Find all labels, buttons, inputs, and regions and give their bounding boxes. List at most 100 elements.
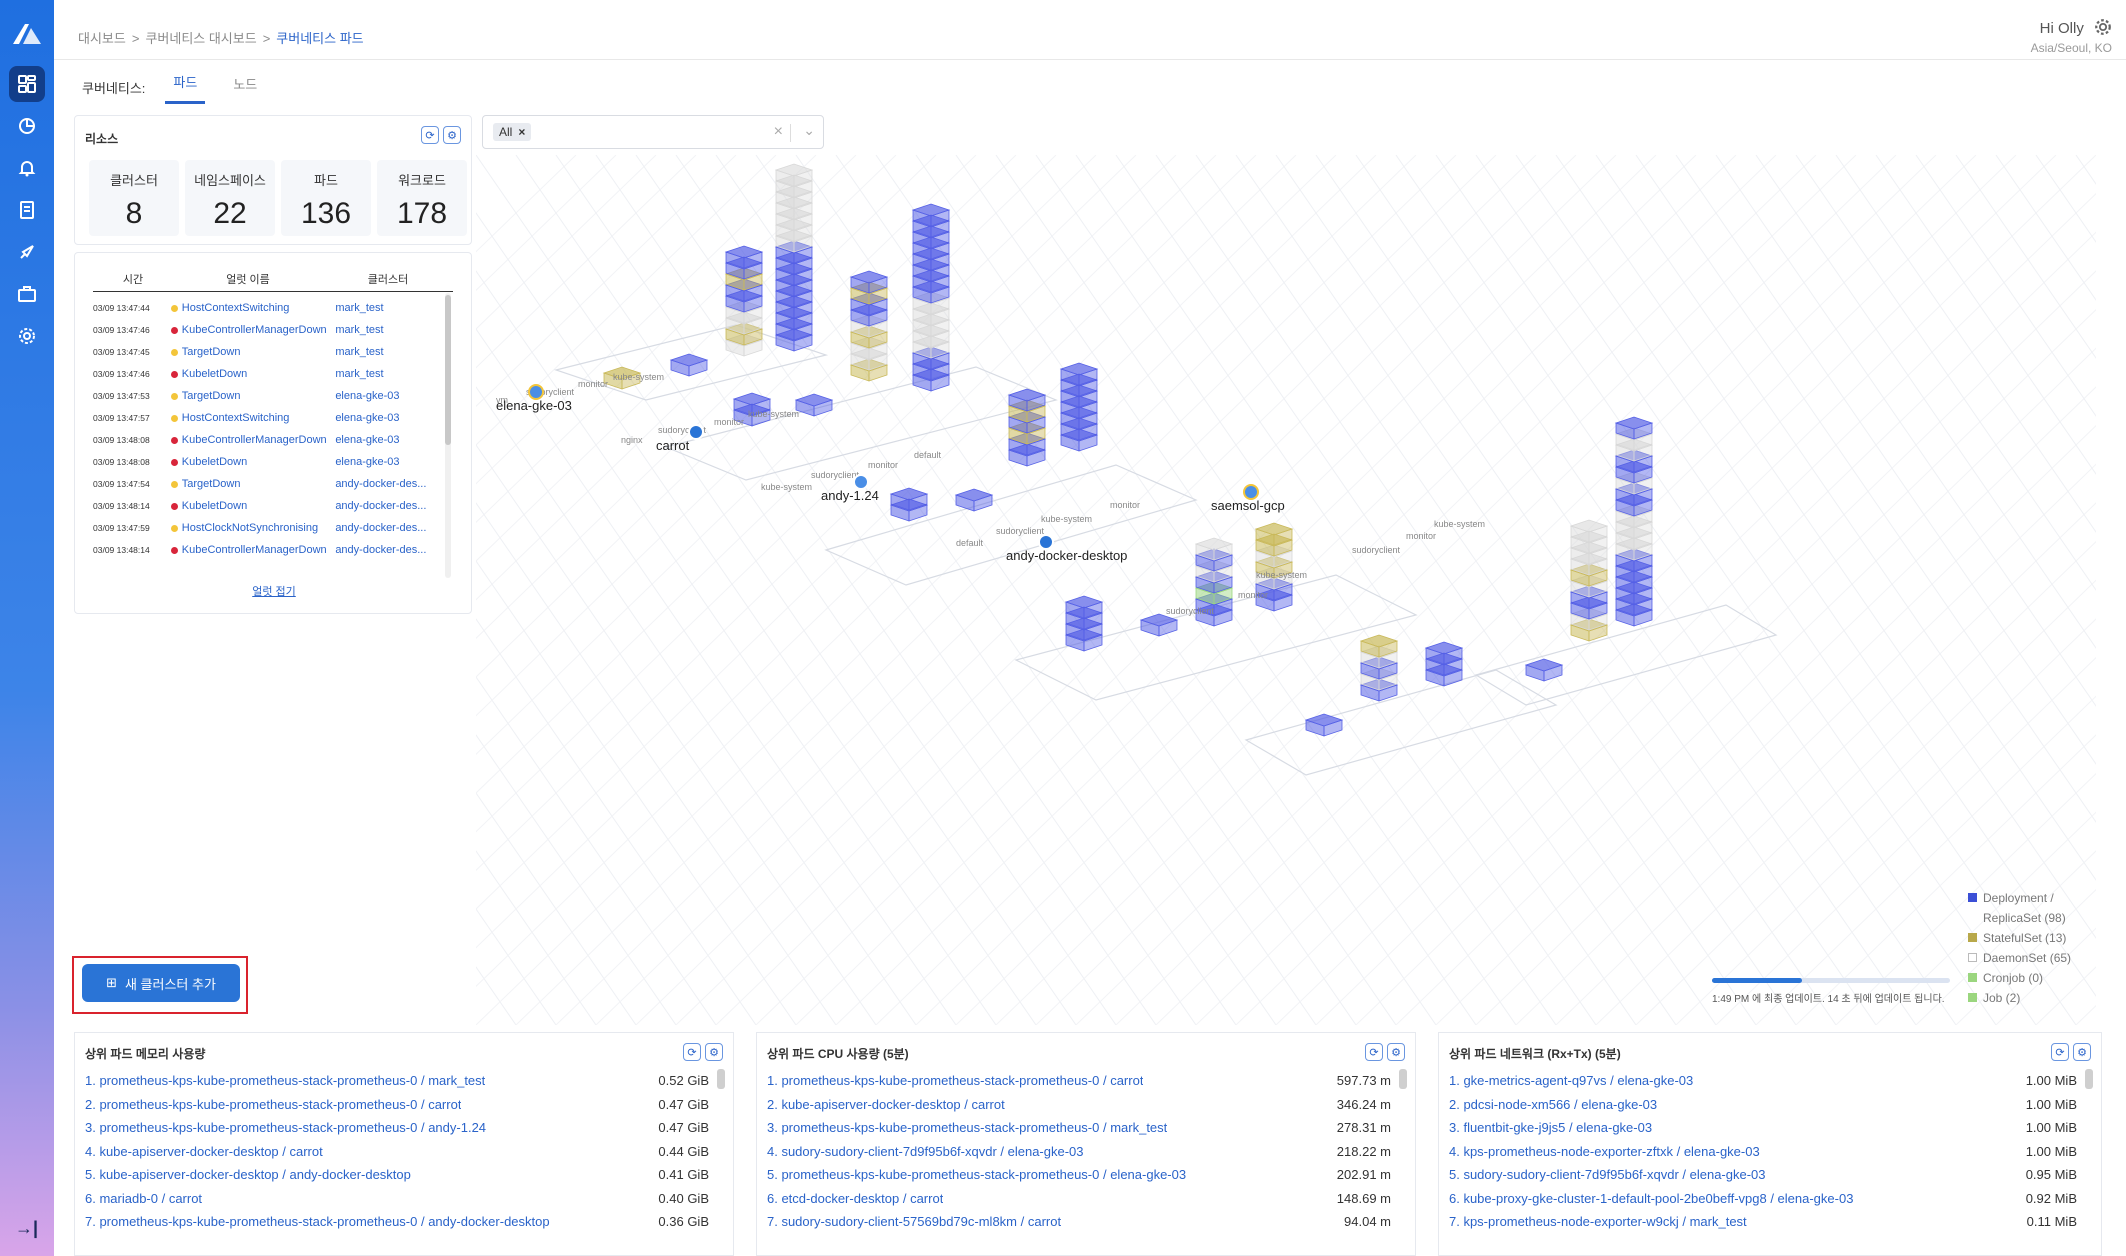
alert-cluster[interactable]: elena-gke-03 bbox=[335, 434, 445, 446]
cluster-map[interactable]: mark_testvmsudoryclientmonitorkube-syste… bbox=[0, 154, 2126, 1026]
chip-remove-icon[interactable]: × bbox=[518, 125, 525, 139]
alert-cluster[interactable]: elena-gke-03 bbox=[335, 456, 445, 468]
alert-cluster[interactable]: mark_test bbox=[335, 346, 445, 358]
refresh-icon[interactable]: ⟳ bbox=[421, 126, 439, 144]
pod-link[interactable]: 6. mariadb-0 / carrot bbox=[85, 1191, 202, 1206]
scrollbar[interactable] bbox=[717, 1069, 725, 1089]
alert-name[interactable]: KubeControllerManagerDown bbox=[182, 324, 336, 336]
alert-name[interactable]: TargetDown bbox=[182, 478, 336, 490]
alert-name[interactable]: KubeletDown bbox=[182, 368, 336, 380]
sidebar-item-dashboard[interactable] bbox=[9, 66, 45, 102]
scrollbar[interactable] bbox=[2085, 1069, 2093, 1089]
alert-row[interactable]: 03/09 13:48:14 KubeControllerManagerDown a… bbox=[93, 539, 445, 561]
cluster-filter[interactable]: All × × ⌄ bbox=[482, 115, 824, 149]
app-logo-icon[interactable] bbox=[11, 22, 43, 46]
alert-row[interactable]: 03/09 13:48:08 KubeControllerManagerDown e… bbox=[93, 429, 445, 451]
alert-row[interactable]: 03/09 13:48:14 KubeletDown andy-docker-des… bbox=[93, 495, 445, 517]
alert-name[interactable]: TargetDown bbox=[182, 390, 336, 402]
user-greeting[interactable]: Hi Olly bbox=[2040, 20, 2084, 37]
clear-icon[interactable]: × bbox=[774, 123, 783, 141]
settings-gear-icon[interactable] bbox=[2094, 18, 2112, 36]
alert-name[interactable]: KubeControllerManagerDown bbox=[182, 544, 336, 556]
cluster-label: elena-gke-03 bbox=[496, 398, 572, 413]
alert-row[interactable]: 03/09 13:47:54 TargetDown andy-docker-des.… bbox=[93, 473, 445, 495]
alert-cluster[interactable]: mark_test bbox=[335, 368, 445, 380]
alert-cluster[interactable]: mark_test bbox=[335, 324, 445, 336]
settings-icon[interactable]: ⚙ bbox=[705, 1043, 723, 1061]
alert-name[interactable]: HostClockNotSynchronising bbox=[182, 522, 336, 534]
alert-row[interactable]: 03/09 13:47:46 KubeControllerManagerDown m… bbox=[93, 319, 445, 341]
scrollbar[interactable] bbox=[1399, 1069, 1407, 1089]
column-header[interactable]: 시간 bbox=[93, 271, 173, 287]
pod-link[interactable]: 3. prometheus-kps-kube-prometheus-stack-… bbox=[85, 1120, 486, 1135]
pod-link[interactable]: 4. kube-apiserver-docker-desktop / carro… bbox=[85, 1144, 323, 1159]
alert-name[interactable]: KubeControllerManagerDown bbox=[182, 434, 336, 446]
pod-link[interactable]: 1. gke-metrics-agent-q97vs / elena-gke-0… bbox=[1449, 1073, 1693, 1088]
pod-link[interactable]: 7. sudory-sudory-client-57569bd79c-ml8km… bbox=[767, 1214, 1061, 1229]
alert-row[interactable]: 03/09 13:47:45 TargetDown mark_test bbox=[93, 341, 445, 363]
alert-name[interactable]: HostContextSwitching bbox=[182, 302, 336, 314]
tab-nodes[interactable]: 노드 bbox=[225, 72, 265, 103]
pod-link[interactable]: 5. sudory-sudory-client-7d9f95b6f-xqvdr … bbox=[1449, 1167, 1766, 1182]
alert-name[interactable]: HostContextSwitching bbox=[182, 412, 336, 424]
sidebar-item-analytics[interactable] bbox=[9, 108, 45, 144]
alert-row[interactable]: 03/09 13:47:57 HostContextSwitching elena-… bbox=[93, 407, 445, 429]
pod-value: 1.00 MiB bbox=[2025, 1096, 2077, 1112]
pod-value: 597.73 m bbox=[1336, 1073, 1391, 1089]
pod-link[interactable]: 1. prometheus-kps-kube-prometheus-stack-… bbox=[85, 1073, 485, 1088]
settings-icon[interactable]: ⚙ bbox=[443, 126, 461, 144]
update-status: 1:49 PM 에 최종 업데이트. 14 초 뒤에 업데이트 됩니다. bbox=[1712, 994, 1945, 1005]
alert-cluster[interactable]: mark_test bbox=[335, 302, 445, 314]
sidebar-item-workspace[interactable] bbox=[9, 276, 45, 312]
pod-link[interactable]: 5. kube-apiserver-docker-desktop / andy-… bbox=[85, 1167, 411, 1182]
breadcrumb-item[interactable]: 쿠버네티스 대시보드 bbox=[145, 31, 256, 46]
collapse-alerts-link[interactable]: 얼럿 접기 bbox=[75, 583, 473, 599]
settings-icon[interactable]: ⚙ bbox=[1387, 1043, 1405, 1061]
alert-row[interactable]: 03/09 13:47:53 TargetDown elena-gke-03 bbox=[93, 385, 445, 407]
sidebar-item-integrations[interactable] bbox=[9, 234, 45, 270]
alert-cluster[interactable]: elena-gke-03 bbox=[335, 390, 445, 402]
settings-icon[interactable]: ⚙ bbox=[2073, 1043, 2091, 1061]
pod-link[interactable]: 3. fluentbit-gke-j9js5 / elena-gke-03 bbox=[1449, 1120, 1652, 1135]
alert-name[interactable]: KubeletDown bbox=[182, 456, 336, 468]
add-cluster-button[interactable]: ⊞ 새 클러스터 추가 bbox=[82, 964, 240, 1002]
pod-link[interactable]: 6. kube-proxy-gke-cluster-1-default-pool… bbox=[1449, 1191, 1853, 1206]
pod-link[interactable]: 4. sudory-sudory-client-7d9f95b6f-xqvdr … bbox=[767, 1144, 1084, 1159]
sidebar-item-alerts[interactable] bbox=[9, 150, 45, 186]
refresh-icon[interactable]: ⟳ bbox=[2051, 1043, 2069, 1061]
refresh-icon[interactable]: ⟳ bbox=[683, 1043, 701, 1061]
column-header[interactable]: 얼럿 이름 bbox=[173, 271, 323, 287]
alert-cluster[interactable]: andy-docker-des... bbox=[335, 500, 445, 512]
pod-link[interactable]: 2. pdcsi-node-xm566 / elena-gke-03 bbox=[1449, 1097, 1657, 1112]
cluster-3d-view[interactable]: mark_testvmsudoryclientmonitorkube-syste… bbox=[0, 154, 2126, 1026]
alert-cluster[interactable]: andy-docker-des... bbox=[335, 522, 445, 534]
pod-link[interactable]: 5. prometheus-kps-kube-prometheus-stack-… bbox=[767, 1167, 1186, 1182]
pod-link[interactable]: 7. kps-prometheus-node-exporter-w9ckj / … bbox=[1449, 1214, 1747, 1229]
alert-cluster[interactable]: andy-docker-des... bbox=[335, 478, 445, 490]
column-header[interactable]: 클러스터 bbox=[323, 271, 453, 287]
chevron-down-icon[interactable]: ⌄ bbox=[803, 122, 815, 139]
pod-link[interactable]: 3. prometheus-kps-kube-prometheus-stack-… bbox=[767, 1120, 1167, 1135]
alert-cluster[interactable]: andy-docker-des... bbox=[335, 544, 445, 556]
pod-link[interactable]: 4. kps-prometheus-node-exporter-zftxk / … bbox=[1449, 1144, 1760, 1159]
alert-row[interactable]: 03/09 13:48:08 KubeletDown elena-gke-03 bbox=[93, 451, 445, 473]
pod-link[interactable]: 1. prometheus-kps-kube-prometheus-stack-… bbox=[767, 1073, 1143, 1088]
pod-link[interactable]: 6. etcd-docker-desktop / carrot bbox=[767, 1191, 943, 1206]
tab-pods[interactable]: 파드 bbox=[165, 70, 206, 104]
refresh-icon[interactable]: ⟳ bbox=[1365, 1043, 1383, 1061]
alert-name[interactable]: TargetDown bbox=[182, 346, 336, 358]
alert-row[interactable]: 03/09 13:47:46 KubeletDown mark_test bbox=[93, 363, 445, 385]
alert-row[interactable]: 03/09 13:47:44 HostContextSwitching mark_t… bbox=[93, 297, 445, 319]
pod-link[interactable]: 2. prometheus-kps-kube-prometheus-stack-… bbox=[85, 1097, 461, 1112]
alert-row[interactable]: 03/09 13:47:59 HostClockNotSynchronising a… bbox=[93, 517, 445, 539]
pod-link[interactable]: 7. prometheus-kps-kube-prometheus-stack-… bbox=[85, 1214, 550, 1229]
pod-link[interactable]: 2. kube-apiserver-docker-desktop / carro… bbox=[767, 1097, 1005, 1112]
alert-scrollbar[interactable] bbox=[445, 293, 451, 578]
alert-name[interactable]: KubeletDown bbox=[182, 500, 336, 512]
expand-sidebar-icon[interactable]: →| bbox=[15, 1218, 38, 1239]
alert-cluster[interactable]: elena-gke-03 bbox=[335, 412, 445, 424]
filter-chip[interactable]: All × bbox=[493, 123, 532, 141]
sidebar-item-settings[interactable] bbox=[9, 318, 45, 354]
sidebar-item-reports[interactable] bbox=[9, 192, 45, 228]
breadcrumb-item[interactable]: 대시보드 bbox=[78, 31, 126, 46]
